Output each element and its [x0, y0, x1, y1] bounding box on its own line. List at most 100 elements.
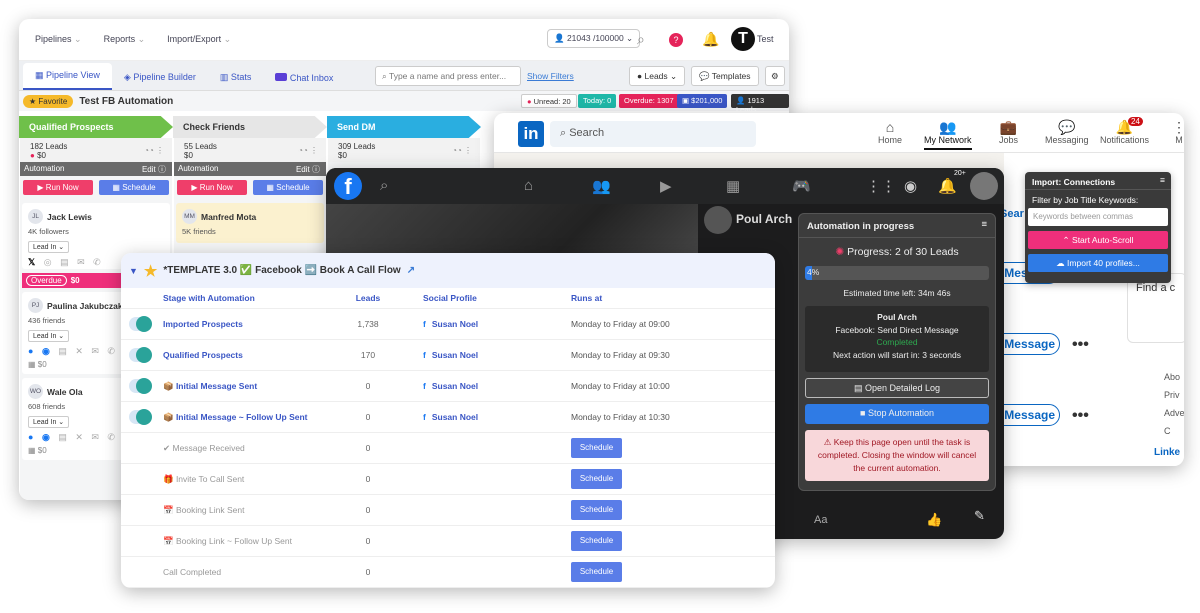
- run-now-button[interactable]: ▶ Run Now: [23, 180, 93, 195]
- menu-icon[interactable]: ≡: [981, 219, 987, 230]
- open-log-button[interactable]: ▤ Open Detailed Log: [805, 378, 989, 398]
- total-leads-badge[interactable]: 👤 1913 Leads: [731, 94, 789, 114]
- lead-card[interactable]: MM Manfred Mota 5K friends: [176, 203, 324, 243]
- star-icon[interactable]: ★: [144, 262, 157, 280]
- lead-status-select[interactable]: Lead In ⌄: [28, 416, 70, 428]
- tab-pipeline-builder[interactable]: ◈ Pipeline Builder: [112, 65, 208, 90]
- lead-followers: 5K friends: [182, 227, 216, 236]
- messaging-icon: 💬: [1058, 119, 1076, 135]
- next-action-text: Next action will start in: 3 seconds: [832, 349, 962, 360]
- table-row: Qualified Prospects 170 f Susan Noel Monday …: [121, 340, 775, 371]
- edit-automation[interactable]: Edit ⓘ: [142, 164, 166, 175]
- start-auto-scroll-button[interactable]: ⌃ Start Auto-Scroll: [1028, 231, 1168, 249]
- linkedin-search-input[interactable]: ⌕ Search: [550, 121, 756, 147]
- stage-menu-icon[interactable]: ◔◔ ⋮: [298, 146, 318, 155]
- menu-icon[interactable]: ≡: [1160, 175, 1165, 185]
- lead-search-input[interactable]: ⌕ Type a name and press enter...: [375, 66, 521, 86]
- stage-menu-icon[interactable]: ◔◔ ⋮: [144, 146, 164, 155]
- linkedin-logo[interactable]: in: [518, 121, 544, 147]
- stage-menu-icon[interactable]: ◔◔ ⋮: [452, 146, 472, 155]
- home-icon[interactable]: ⌂: [524, 177, 533, 194]
- run-now-button[interactable]: ▶ Run Now: [177, 180, 247, 195]
- nav-home[interactable]: ⌂ Home: [878, 119, 902, 145]
- money-badge[interactable]: ▣ $201,000: [677, 94, 728, 108]
- social-profile[interactable]: f Susan Noel: [423, 412, 571, 422]
- leads-dropdown[interactable]: ● Leads ⌄: [629, 66, 686, 86]
- credits-counter[interactable]: 👤 21043 /100000 ⌄: [547, 29, 641, 48]
- comment-input[interactable]: Aa: [814, 514, 827, 526]
- help-icon[interactable]: ?: [669, 33, 683, 47]
- search-icon[interactable]: ⌕: [637, 31, 645, 48]
- keywords-input[interactable]: Keywords between commas: [1028, 208, 1168, 226]
- bell-icon[interactable]: 🔔: [938, 177, 957, 195]
- menu-reports[interactable]: Reports: [104, 34, 146, 45]
- external-link-icon[interactable]: ↗: [407, 265, 415, 276]
- alert-icon: ●: [30, 151, 35, 160]
- nav-label: Home: [878, 135, 903, 145]
- stage-qualified-prospects[interactable]: Qualified Prospects: [19, 116, 173, 138]
- social-profile[interactable]: f Susan Noel: [423, 350, 571, 360]
- schedule-button[interactable]: ▦ Schedule: [253, 180, 323, 195]
- stop-automation-button[interactable]: ■ Stop Automation: [805, 404, 989, 424]
- video-icon[interactable]: ▶: [660, 177, 672, 195]
- facebook-logo[interactable]: f: [334, 172, 362, 200]
- compose-icon[interactable]: ✎: [974, 508, 985, 524]
- avatar[interactable]: T: [731, 27, 755, 51]
- eta-text: Estimated time left: 34m 46s: [843, 288, 951, 298]
- footer-link[interactable]: Abo: [1164, 368, 1184, 386]
- nav-jobs[interactable]: 💼 Jobs: [999, 119, 1018, 145]
- menu-pipelines[interactable]: Pipelines: [35, 34, 82, 45]
- schedule-button[interactable]: Schedule: [571, 531, 622, 551]
- gaming-icon[interactable]: 🎮: [792, 177, 811, 195]
- tab-chat-inbox[interactable]: Chat Inbox: [263, 66, 345, 90]
- avatar[interactable]: [970, 172, 998, 200]
- schedule-button[interactable]: Schedule: [571, 469, 622, 489]
- nav-me[interactable]: ⋮ M: [1172, 119, 1184, 145]
- profile-name[interactable]: Poul Arch: [736, 212, 792, 226]
- tab-pipeline-view[interactable]: ▦ Pipeline View: [23, 63, 112, 90]
- jobs-icon: 💼: [999, 119, 1018, 135]
- footer-link[interactable]: Adve: [1164, 404, 1184, 422]
- bell-icon[interactable]: 🔔: [702, 31, 719, 48]
- schedule-button[interactable]: ▦ Schedule: [99, 180, 169, 195]
- import-profiles-button[interactable]: ☁ Import 40 profiles...: [1028, 254, 1168, 272]
- overdue-badge[interactable]: Overdue: 1307: [619, 94, 679, 108]
- search-icon[interactable]: ⌕: [380, 177, 388, 194]
- footer-link[interactable]: Priv: [1164, 386, 1184, 404]
- lead-initials: MM: [182, 209, 197, 224]
- today-badge[interactable]: Today: 0: [578, 94, 617, 108]
- menu-grid-icon[interactable]: ⋮⋮: [866, 177, 896, 195]
- unread-badge[interactable]: ● Unread: 20: [521, 94, 577, 108]
- social-profile[interactable]: f Susan Noel: [423, 381, 571, 391]
- stage-send-dm[interactable]: Send DM: [327, 116, 481, 138]
- marketplace-icon[interactable]: ▦: [726, 177, 740, 195]
- schedule-button[interactable]: Schedule: [571, 562, 622, 582]
- favorite-badge[interactable]: ★ Favorite: [23, 94, 74, 108]
- friends-icon[interactable]: 👥: [592, 177, 611, 195]
- social-profile[interactable]: f Susan Noel: [423, 319, 571, 329]
- stage-check-friends[interactable]: Check Friends: [173, 116, 327, 138]
- runs-at-cell: Schedule: [571, 500, 771, 520]
- import-title: Import: Connections: [1032, 177, 1116, 187]
- like-icon[interactable]: 👍: [926, 512, 942, 528]
- more-icon[interactable]: •••: [1072, 407, 1089, 425]
- gear-icon[interactable]: ⚙: [765, 66, 785, 86]
- messenger-icon[interactable]: ◉: [904, 177, 917, 195]
- edit-automation[interactable]: Edit ⓘ: [296, 164, 320, 175]
- menu-import-export[interactable]: Import/Export: [167, 34, 231, 45]
- lead-status-select[interactable]: Lead In ⌄: [28, 241, 70, 253]
- footer-link[interactable]: C: [1164, 422, 1184, 440]
- templates-button[interactable]: 💬 Templates: [691, 66, 759, 86]
- schedule-button[interactable]: Schedule: [571, 500, 622, 520]
- nav-messaging[interactable]: 💬 Messaging: [1045, 119, 1089, 145]
- nav-my-network[interactable]: 👥 My Network: [924, 119, 972, 150]
- schedule-button[interactable]: Schedule: [571, 438, 622, 458]
- automation-label: Automation: [178, 164, 219, 173]
- nav-notifications[interactable]: 🔔 Notifications 24: [1100, 117, 1149, 145]
- lead-status-select[interactable]: Lead In ⌄: [28, 330, 70, 342]
- show-filters-link[interactable]: Show Filters: [527, 71, 574, 81]
- credits-value: 21043 /100000: [566, 33, 624, 43]
- tab-stats[interactable]: ▥ Stats: [208, 65, 264, 90]
- more-icon[interactable]: •••: [1072, 336, 1089, 354]
- collapse-icon[interactable]: ▼: [129, 266, 138, 276]
